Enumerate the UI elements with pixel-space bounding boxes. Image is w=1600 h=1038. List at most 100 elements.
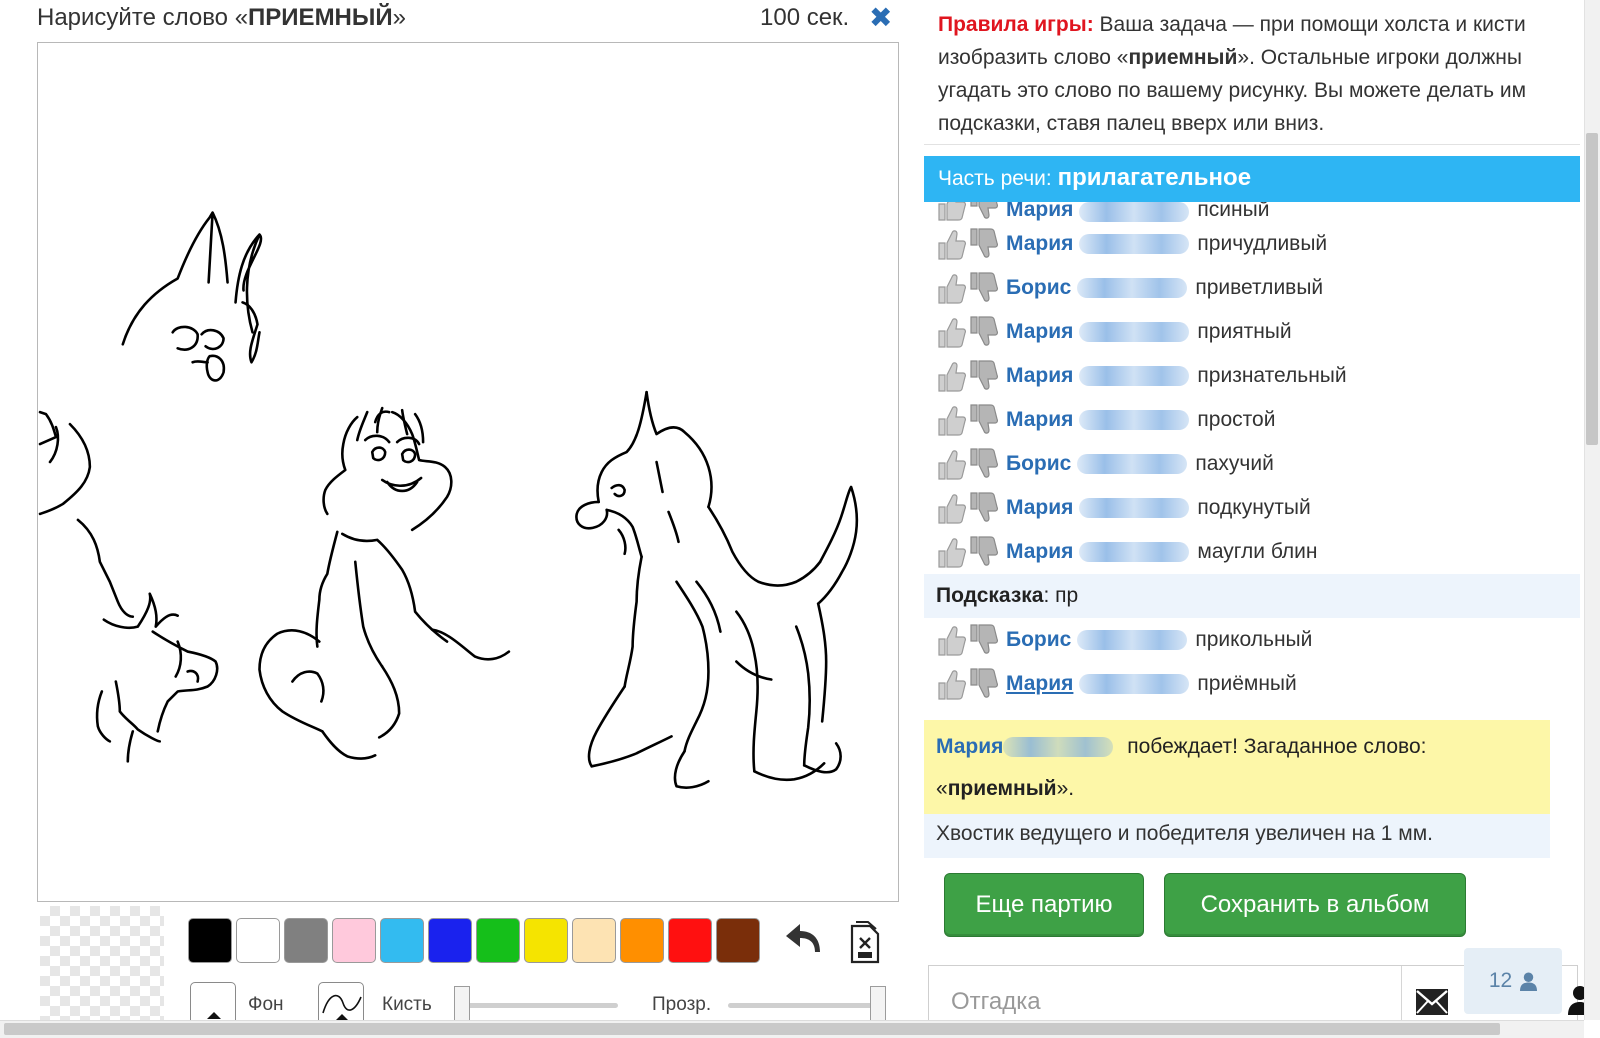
brush-size-slider-thumb[interactable] xyxy=(454,986,470,1022)
player-name[interactable]: Мария xyxy=(1006,320,1073,344)
player-name[interactable]: Мария xyxy=(1006,672,1073,696)
guess-row: Мария причудливый xyxy=(924,222,1580,266)
color-swatch-light-blue[interactable] xyxy=(380,918,424,963)
thumb-buttons xyxy=(936,271,998,305)
color-swatch-beige[interactable] xyxy=(572,918,616,963)
player-name[interactable]: Мария xyxy=(1006,496,1073,520)
thumbs-down-icon[interactable] xyxy=(968,535,998,569)
opacity-slider-track[interactable] xyxy=(728,1003,878,1008)
color-swatch-red[interactable] xyxy=(668,918,712,963)
guess-row: Мария подкунутый xyxy=(924,486,1580,530)
thumbs-down-icon[interactable] xyxy=(968,491,998,525)
thumb-buttons xyxy=(936,315,998,349)
thumbs-down-icon[interactable] xyxy=(968,271,998,305)
thumbs-up-icon[interactable] xyxy=(936,315,966,349)
hint-label: Подсказка xyxy=(936,584,1044,607)
thumbs-up-icon[interactable] xyxy=(936,447,966,481)
timer: 100 сек. xyxy=(760,4,850,31)
hint-text: : пр xyxy=(1043,584,1079,607)
thumbs-up-icon[interactable] xyxy=(936,403,966,437)
guess-row: Мария признательный xyxy=(924,354,1580,398)
drawing-sketch xyxy=(38,211,859,789)
thumb-buttons xyxy=(936,491,998,525)
thumbs-up-icon[interactable] xyxy=(936,202,966,222)
blurred-surname xyxy=(1077,454,1188,474)
thumbs-up-icon[interactable] xyxy=(936,271,966,305)
player-name[interactable]: Мария xyxy=(1006,408,1073,432)
thumbs-up-icon[interactable] xyxy=(936,491,966,525)
brush-size-slider-track[interactable] xyxy=(458,1003,618,1008)
color-swatch-pink[interactable] xyxy=(332,918,376,963)
drawing-panel: Нарисуйте слово «ПРИЕМНЫЙ» 100 сек. ✖ Фо… xyxy=(0,0,910,1038)
guess-row: Борис приветливый xyxy=(924,266,1580,310)
players-counter[interactable]: 12 xyxy=(1464,948,1562,1014)
color-swatch-yellow[interactable] xyxy=(524,918,568,963)
color-swatch-brown[interactable] xyxy=(716,918,760,963)
winner-message: Мария побеждает! Загаданное слово: «прие… xyxy=(924,720,1550,814)
blurred-surname xyxy=(1003,737,1114,758)
color-swatch-gray[interactable] xyxy=(284,918,328,963)
guess-word: псиный xyxy=(1197,202,1270,221)
color-swatch-white[interactable] xyxy=(236,918,280,963)
envelope-icon[interactable] xyxy=(1415,988,1449,1016)
color-swatch-blue[interactable] xyxy=(428,918,472,963)
game-rules: Правила игры: Ваша задача — при помощи х… xyxy=(924,0,1580,145)
player-name[interactable]: Борис xyxy=(1006,628,1071,652)
vertical-scrollbar-thumb[interactable] xyxy=(1586,133,1598,445)
guess-word: простой xyxy=(1197,408,1276,431)
player-name[interactable]: Мария xyxy=(1006,364,1073,388)
opacity-slider-thumb[interactable] xyxy=(870,986,886,1022)
blurred-surname xyxy=(1079,410,1190,430)
color-swatch-black[interactable] xyxy=(188,918,232,963)
play-again-button[interactable]: Еще партию xyxy=(944,873,1144,937)
guess-row: Мария приёмный xyxy=(924,662,1580,706)
thumbs-down-icon[interactable] xyxy=(968,667,998,701)
thumbs-down-icon[interactable] xyxy=(968,227,998,261)
thumbs-up-icon[interactable] xyxy=(936,623,966,657)
thumbs-down-icon[interactable] xyxy=(968,202,998,222)
undo-icon[interactable] xyxy=(782,920,824,962)
thumbs-up-icon[interactable] xyxy=(936,359,966,393)
blurred-surname xyxy=(1079,202,1190,222)
close-icon[interactable]: ✖ xyxy=(869,4,892,32)
players-count: 12 xyxy=(1488,969,1513,992)
thumbs-down-icon[interactable] xyxy=(968,359,998,393)
player-name[interactable]: Борис xyxy=(1006,276,1071,300)
player-name[interactable]: Мария xyxy=(1006,540,1073,564)
part-of-speech-bar: Часть речи: прилагательное xyxy=(924,156,1580,202)
drawing-canvas[interactable] xyxy=(37,42,899,902)
thumbs-down-icon[interactable] xyxy=(968,315,998,349)
guess-word: приёмный xyxy=(1197,672,1297,695)
guess-row: Борис прикольный xyxy=(924,618,1580,662)
player-name[interactable]: Мария xyxy=(1006,202,1073,222)
thumb-buttons xyxy=(936,623,998,657)
thumbs-up-icon[interactable] xyxy=(936,667,966,701)
guess-word: признательный xyxy=(1197,364,1347,387)
thumbs-up-icon[interactable] xyxy=(936,227,966,261)
thumb-buttons xyxy=(936,667,998,701)
thumbs-down-icon[interactable] xyxy=(968,623,998,657)
chat-panel: Правила игры: Ваша задача — при помощи х… xyxy=(924,0,1580,1038)
blurred-surname xyxy=(1079,234,1190,254)
guess-row: Мария приятный xyxy=(924,310,1580,354)
color-swatch-orange[interactable] xyxy=(620,918,664,963)
save-to-album-button[interactable]: Сохранить в альбом xyxy=(1164,873,1466,937)
guess-word: маугли блин xyxy=(1197,540,1318,563)
player-name[interactable]: Мария xyxy=(1006,232,1073,256)
clear-canvas-icon[interactable] xyxy=(848,918,882,964)
guess-word: прикольный xyxy=(1195,628,1313,651)
thumb-buttons xyxy=(936,403,998,437)
winner-name[interactable]: Мария xyxy=(936,735,1003,758)
player-name[interactable]: Борис xyxy=(1006,452,1071,476)
thumbs-down-icon[interactable] xyxy=(968,403,998,437)
hint-row: Подсказка: пр xyxy=(924,574,1580,618)
horizontal-scrollbar-thumb[interactable] xyxy=(4,1023,1500,1035)
thumb-buttons xyxy=(936,227,998,261)
task-word: ПРИЕМНЫЙ xyxy=(248,4,393,31)
thumbs-up-icon[interactable] xyxy=(936,535,966,569)
guess-word: подкунутый xyxy=(1197,496,1311,519)
color-swatch-green[interactable] xyxy=(476,918,520,963)
guess-row: Мария простой xyxy=(924,398,1580,442)
thumbs-down-icon[interactable] xyxy=(968,447,998,481)
guess-row: Мария псиный xyxy=(924,202,1580,222)
